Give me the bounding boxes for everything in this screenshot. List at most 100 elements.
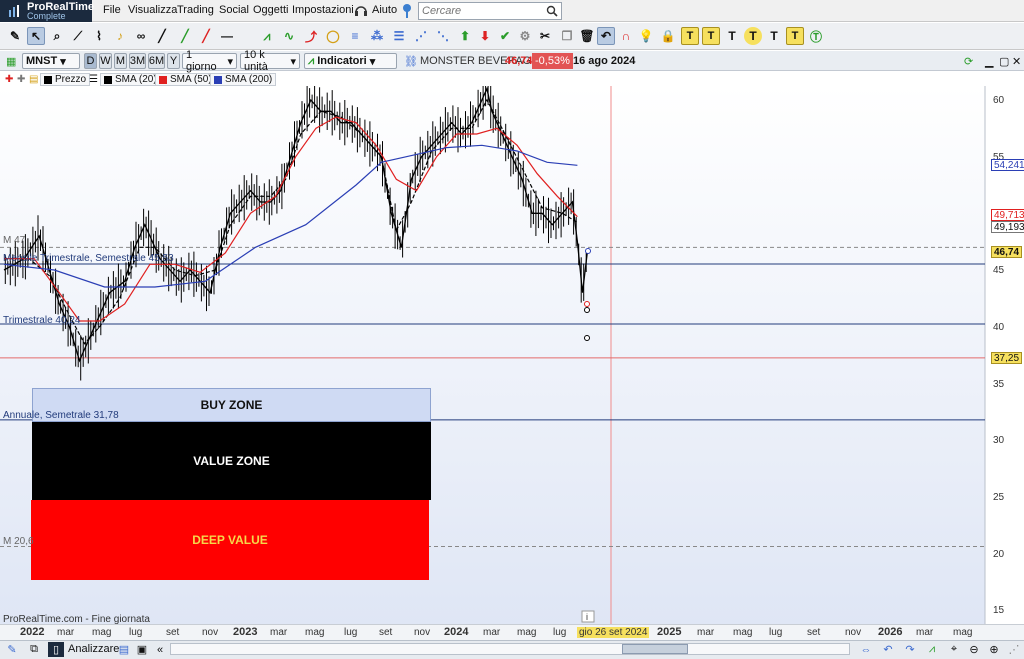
period-y[interactable]: Y [167, 53, 180, 69]
period-6m[interactable]: 6M [148, 53, 165, 69]
lamp-icon[interactable]: 💡 [637, 27, 655, 45]
channel-icon[interactable]: ⩘ [258, 27, 276, 45]
period-3m[interactable]: 3M [129, 53, 146, 69]
comment-icon[interactable]: Ⓣ [807, 27, 825, 45]
chat-icon[interactable]: ▤ [116, 642, 132, 657]
levels-icon[interactable]: ☰ [390, 27, 408, 45]
magnet-tool-icon[interactable]: ✂ [536, 27, 554, 45]
time-axis[interactable]: gio 26 set 2024 2022 mar mag lug set nov 2023 m… [0, 624, 1024, 640]
menu-visualizza[interactable]: Visualizza [128, 4, 177, 16]
green-line-icon[interactable]: ╱ [176, 27, 194, 45]
scrollbar-thumb[interactable] [622, 644, 688, 654]
units-select[interactable]: 10 k unità ▾ [240, 49, 300, 73]
undo-draw-icon[interactable]: ↶ [597, 27, 615, 45]
search-box[interactable] [418, 2, 562, 20]
y-tick-40: 40 [993, 322, 1005, 333]
text-tool-icon-1[interactable]: T [681, 27, 699, 45]
info-icon[interactable] [581, 610, 595, 623]
menu-file[interactable]: File [103, 4, 121, 16]
value-zone[interactable]: VALUE ZONE [32, 422, 431, 500]
fib-icon[interactable]: ≡ [346, 27, 364, 45]
menu-social[interactable]: Social [219, 4, 249, 16]
arrow-up-icon[interactable]: ⬆ [456, 27, 474, 45]
window-icon[interactable]: ▣ [134, 642, 150, 657]
headset-icon[interactable] [353, 3, 369, 19]
gann-icon[interactable]: ⋰ [412, 27, 430, 45]
pencil-status-icon[interactable]: ✎ [4, 642, 20, 657]
x-tick-label: mag [92, 627, 112, 638]
refresh-icon[interactable]: ⟳ [961, 53, 976, 69]
menu-aiuto[interactable]: Aiuto [372, 4, 397, 16]
period-w[interactable]: W [99, 53, 112, 69]
add-icon[interactable]: ▦ [3, 53, 19, 69]
zoom-out-icon[interactable]: ⊖ [966, 642, 982, 657]
text-tool-icon-3[interactable]: T [723, 27, 741, 45]
legend-sma200[interactable]: SMA (200) [210, 73, 277, 86]
arrow-trend-icon[interactable]: ⤴ [302, 27, 320, 45]
scroll-left-icon[interactable]: « [152, 642, 168, 657]
zoom-icon[interactable]: ⌕ [48, 27, 66, 45]
redo-icon[interactable]: ↷ [902, 642, 918, 657]
text-bubble-icon[interactable]: T [744, 27, 762, 45]
x-tick-label: 2022 [20, 626, 45, 638]
menu-oggetti[interactable]: Oggetti [253, 4, 288, 16]
brush-icon[interactable]: ⌇ [90, 27, 108, 45]
hline-icon[interactable]: — [218, 27, 236, 45]
trash-icon[interactable]: 🗑 [578, 27, 596, 45]
line-tool-icon[interactable]: ╱ [153, 27, 171, 45]
check-icon[interactable]: ✔ [496, 27, 514, 45]
period-m[interactable]: M [114, 53, 127, 69]
ruler-icon[interactable]: ⟋ [69, 27, 87, 45]
arrow-down-icon[interactable]: ⬇ [476, 27, 494, 45]
period-d[interactable]: D [84, 53, 97, 69]
analyzer-button[interactable]: Analizzare [68, 643, 119, 655]
lock-icon[interactable]: 🔒 [659, 27, 677, 45]
x-tick-label: mar [916, 627, 934, 638]
chart-type-icon[interactable]: ▤ [26, 73, 38, 86]
x-tick-label: set [166, 627, 180, 638]
text-tool-icon-2[interactable]: T [702, 27, 720, 45]
search-icon[interactable] [546, 5, 558, 17]
indicators-button[interactable]: ⩘ Indicatori ▾ [304, 53, 397, 69]
add-indicator-icon[interactable]: ✚ [2, 73, 13, 86]
x-tick-label: set [379, 627, 393, 638]
settings-icon[interactable]: ✚ [14, 73, 25, 86]
text-tool-icon-4[interactable]: T [765, 27, 783, 45]
settings-wheel-icon[interactable]: ⚙ [516, 27, 534, 45]
pattern-icon[interactable]: ⁂ [368, 27, 386, 45]
chart-mode-icon[interactable]: ⩘ [924, 642, 940, 657]
copy-icon[interactable]: ❐ [558, 27, 576, 45]
bell-icon[interactable]: ♪ [111, 27, 129, 45]
x-tick-label: lug [129, 627, 143, 638]
time-scrollbar[interactable] [170, 643, 850, 655]
legend-prezzo[interactable]: Prezzo [40, 73, 91, 86]
layout-icon[interactable]: ⧉ [26, 642, 42, 657]
cursor-mode-icon[interactable]: ⌖ [946, 642, 962, 657]
link-icon[interactable]: ∞ [132, 27, 150, 45]
pin-icon[interactable] [400, 3, 414, 19]
y-tick-20: 20 [993, 549, 1005, 560]
deep-value-zone[interactable]: DEEP VALUE [31, 500, 429, 580]
menu-trading[interactable]: Trading [177, 4, 214, 16]
menu-impostazioni[interactable]: Impostazioni [292, 4, 354, 16]
wave-icon[interactable]: ∿ [280, 27, 298, 45]
ticker-select[interactable]: MNST ▾ [22, 53, 80, 69]
cursor-icon[interactable]: ↖ [27, 27, 45, 45]
list-icon[interactable]: ☰ [86, 73, 98, 86]
search-input[interactable] [419, 3, 539, 19]
legend-sma20[interactable]: SMA (20) [100, 73, 161, 86]
zoom-in-icon[interactable]: ⊕ [986, 642, 1002, 657]
close-icon[interactable]: ✕ [1009, 53, 1024, 69]
magnet-icon[interactable]: ∩ [617, 27, 635, 45]
fan-icon[interactable]: ⋱ [434, 27, 452, 45]
fit-icon[interactable]: ⇔ [858, 642, 874, 657]
analyzer-icon[interactable]: ▯ [48, 642, 64, 657]
text-box-icon[interactable]: T [786, 27, 804, 45]
red-line-icon[interactable]: ╱ [197, 27, 215, 45]
ellipse-icon[interactable]: ◯ [324, 27, 342, 45]
undo-icon[interactable]: ↶ [880, 642, 896, 657]
legend-sma50[interactable]: SMA (50) [155, 73, 216, 86]
pencil-icon[interactable]: ✎ [6, 27, 24, 45]
timeframe-select[interactable]: 1 giorno ▾ [182, 49, 237, 73]
minimize-icon[interactable]: ▁ [982, 53, 996, 69]
